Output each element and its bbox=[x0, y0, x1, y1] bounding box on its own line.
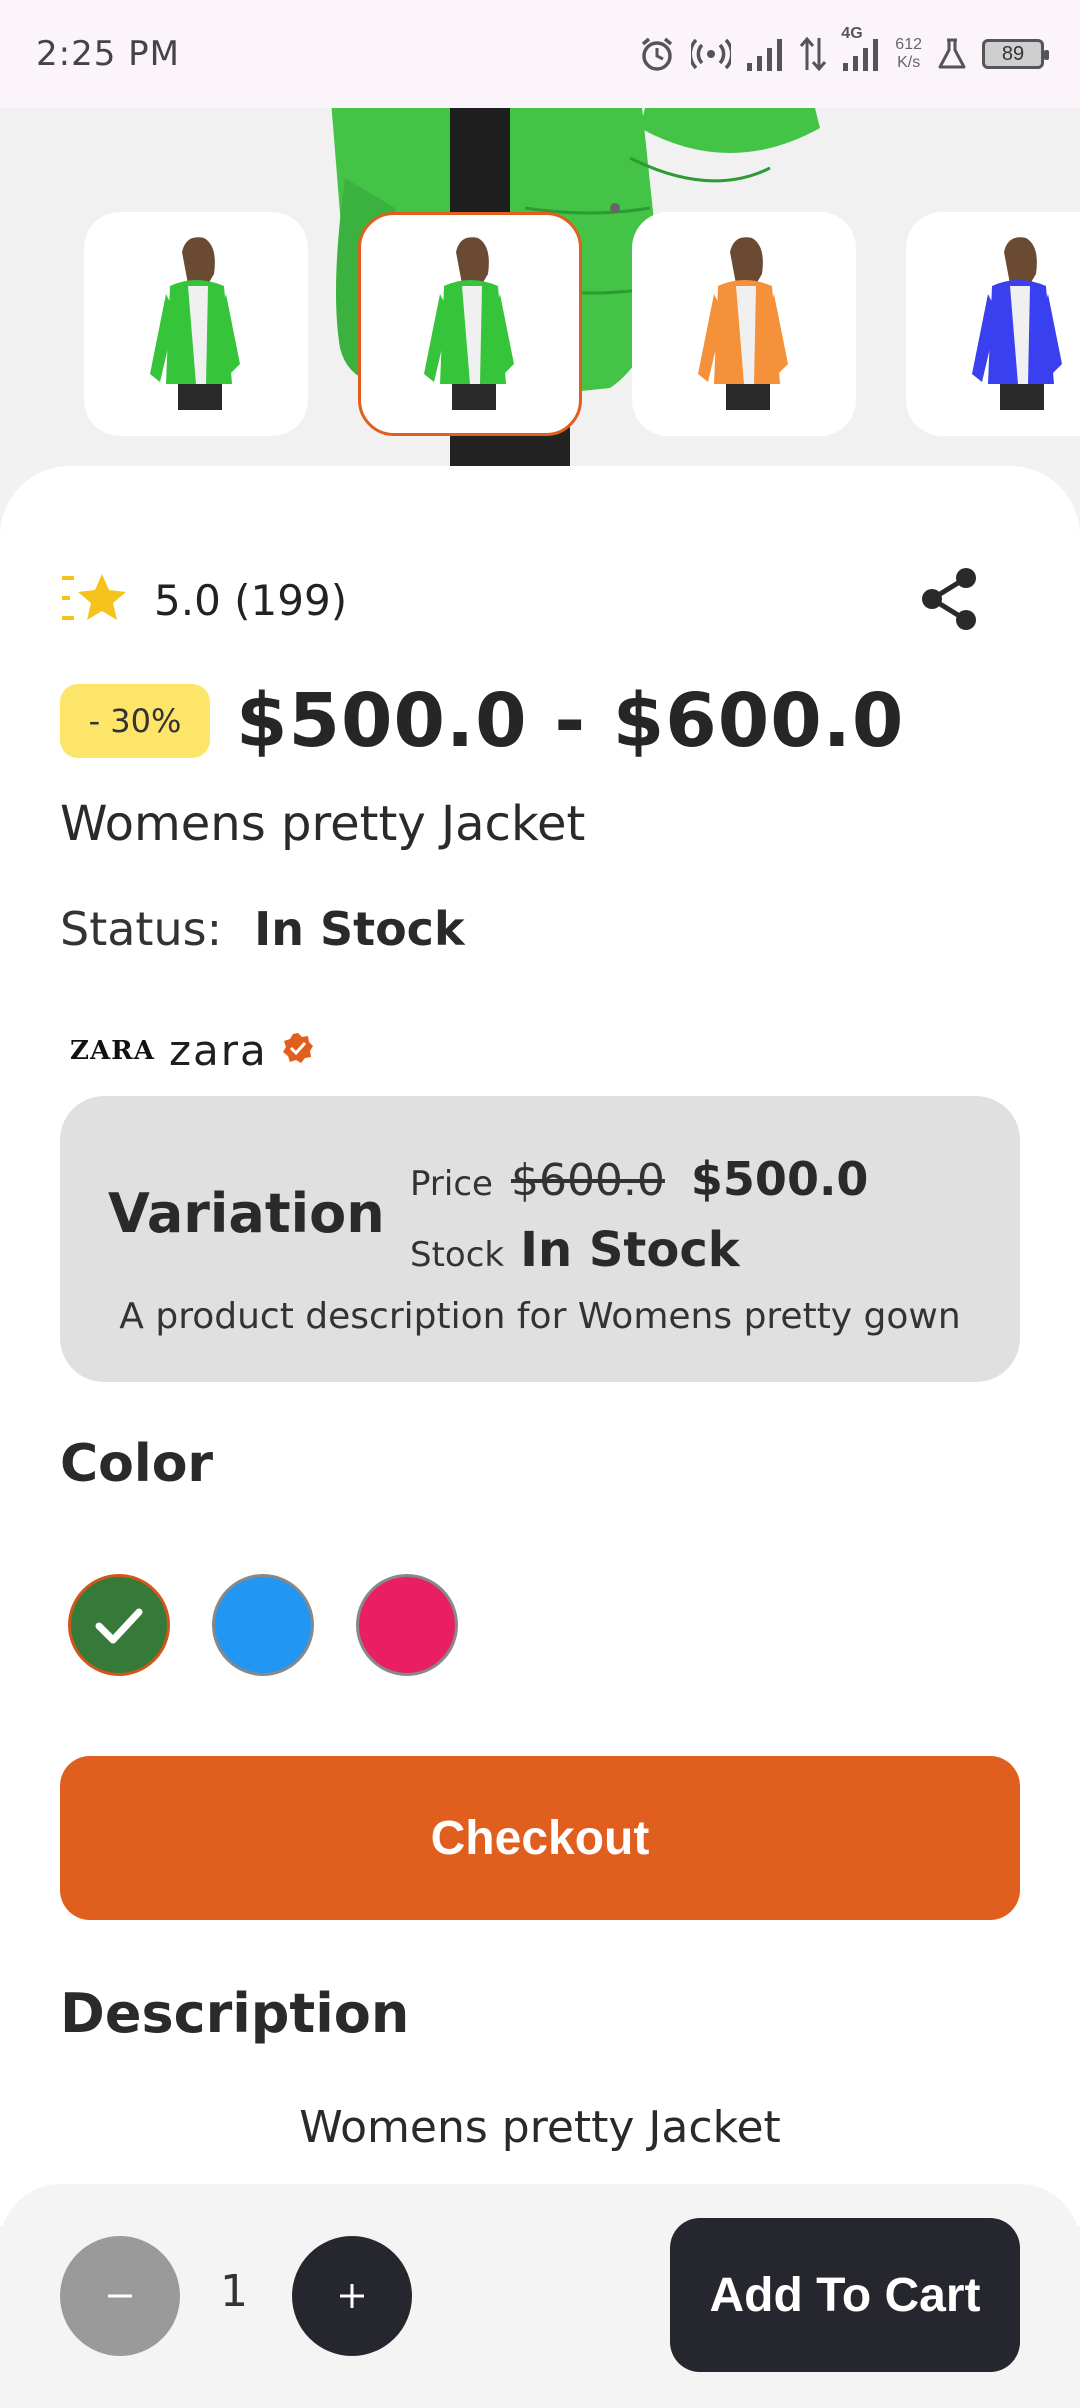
thumbnail-strip bbox=[84, 212, 1080, 436]
status-value: In Stock bbox=[254, 902, 465, 956]
variation-title: Variation bbox=[108, 1182, 385, 1245]
increase-quantity-button[interactable] bbox=[292, 2236, 412, 2356]
price-range: $500.0 - $600.0 bbox=[236, 678, 905, 764]
add-to-cart-button[interactable]: Add To Cart bbox=[670, 2218, 1020, 2372]
hotspot-icon bbox=[691, 36, 732, 72]
thumbnail-green-1[interactable] bbox=[84, 212, 308, 436]
brand-logo: ZARA bbox=[70, 1035, 155, 1066]
network-type: 4G bbox=[841, 25, 863, 42]
alarm-icon bbox=[637, 34, 677, 74]
color-swatch-pink[interactable] bbox=[356, 1574, 458, 1676]
verified-badge-icon bbox=[282, 1032, 314, 1069]
brand-row[interactable]: ZARA zara bbox=[70, 1026, 314, 1075]
share-icon[interactable] bbox=[920, 566, 980, 632]
minus-icon bbox=[108, 2294, 132, 2298]
decrease-quantity-button[interactable] bbox=[60, 2236, 180, 2356]
color-swatch-green[interactable] bbox=[68, 1574, 170, 1676]
brand-name: zara bbox=[168, 1026, 268, 1075]
plus-icon bbox=[340, 2284, 364, 2308]
jacket-thumbnail-image bbox=[424, 237, 514, 410]
bottom-cart-bar: 1 Add To Cart bbox=[0, 2184, 1080, 2408]
variation-card: Variation Price $600.0 $500.0 Stock In S… bbox=[60, 1096, 1020, 1382]
variation-description: A product description for Womens pretty … bbox=[119, 1296, 961, 1337]
color-heading: Color bbox=[60, 1434, 214, 1494]
thumbnail-orange[interactable] bbox=[632, 212, 856, 436]
battery-level: 89 bbox=[1001, 42, 1025, 65]
new-price: $500.0 bbox=[690, 1152, 869, 1206]
thumbnail-green-2[interactable] bbox=[358, 212, 582, 436]
status-time: 2:25 PM bbox=[36, 34, 180, 74]
status-label: Status: bbox=[60, 902, 223, 956]
jacket-thumbnail-image bbox=[698, 237, 788, 410]
variation-price-label: Price bbox=[410, 1164, 493, 1204]
variation-stock-label: Stock bbox=[410, 1235, 505, 1275]
variation-stock-value: In Stock bbox=[520, 1222, 740, 1278]
old-price: $600.0 bbox=[510, 1155, 665, 1206]
net-speed-value: 612 bbox=[895, 36, 922, 53]
star-icon bbox=[60, 570, 126, 631]
description-heading: Description bbox=[60, 1982, 410, 2045]
variation-stock-row: Stock In Stock bbox=[410, 1222, 740, 1278]
color-swatch-blue[interactable] bbox=[212, 1574, 314, 1676]
product-details-sheet: 5.0 (199) - 30% $500.0 - $600.0 Womens p… bbox=[0, 466, 1080, 2226]
status-bar: 2:25 PM 4G 612 K/s 89 bbox=[0, 0, 1080, 108]
price-row: - 30% $500.0 - $600.0 bbox=[60, 678, 904, 764]
net-speed: 612 K/s bbox=[895, 36, 922, 72]
jacket-thumbnail-image bbox=[150, 237, 240, 410]
color-swatches bbox=[68, 1574, 458, 1676]
stock-status: Status: In Stock bbox=[60, 902, 465, 956]
net-speed-unit: K/s bbox=[897, 54, 921, 71]
data-transfer-icon bbox=[799, 36, 827, 72]
checkout-button[interactable]: Checkout bbox=[60, 1756, 1020, 1920]
rating-text: 5.0 (199) bbox=[154, 576, 348, 625]
check-icon bbox=[95, 1608, 143, 1644]
product-title: Womens pretty Jacket bbox=[60, 796, 586, 852]
signal-icon bbox=[745, 37, 785, 71]
signal-4g-icon: 4G bbox=[841, 25, 881, 71]
rating-row: 5.0 (199) bbox=[60, 570, 347, 631]
quantity-value: 1 bbox=[220, 2266, 248, 2317]
jacket-thumbnail-image bbox=[972, 237, 1062, 410]
status-icons: 4G 612 K/s 89 bbox=[637, 25, 1049, 74]
discount-badge: - 30% bbox=[60, 684, 210, 758]
battery-icon: 89 bbox=[982, 39, 1049, 69]
description-text: Womens pretty Jacket bbox=[299, 2102, 781, 2153]
variation-price-row: Price $600.0 $500.0 bbox=[410, 1152, 868, 1206]
flask-icon bbox=[936, 37, 968, 71]
thumbnail-blue[interactable] bbox=[906, 212, 1080, 436]
